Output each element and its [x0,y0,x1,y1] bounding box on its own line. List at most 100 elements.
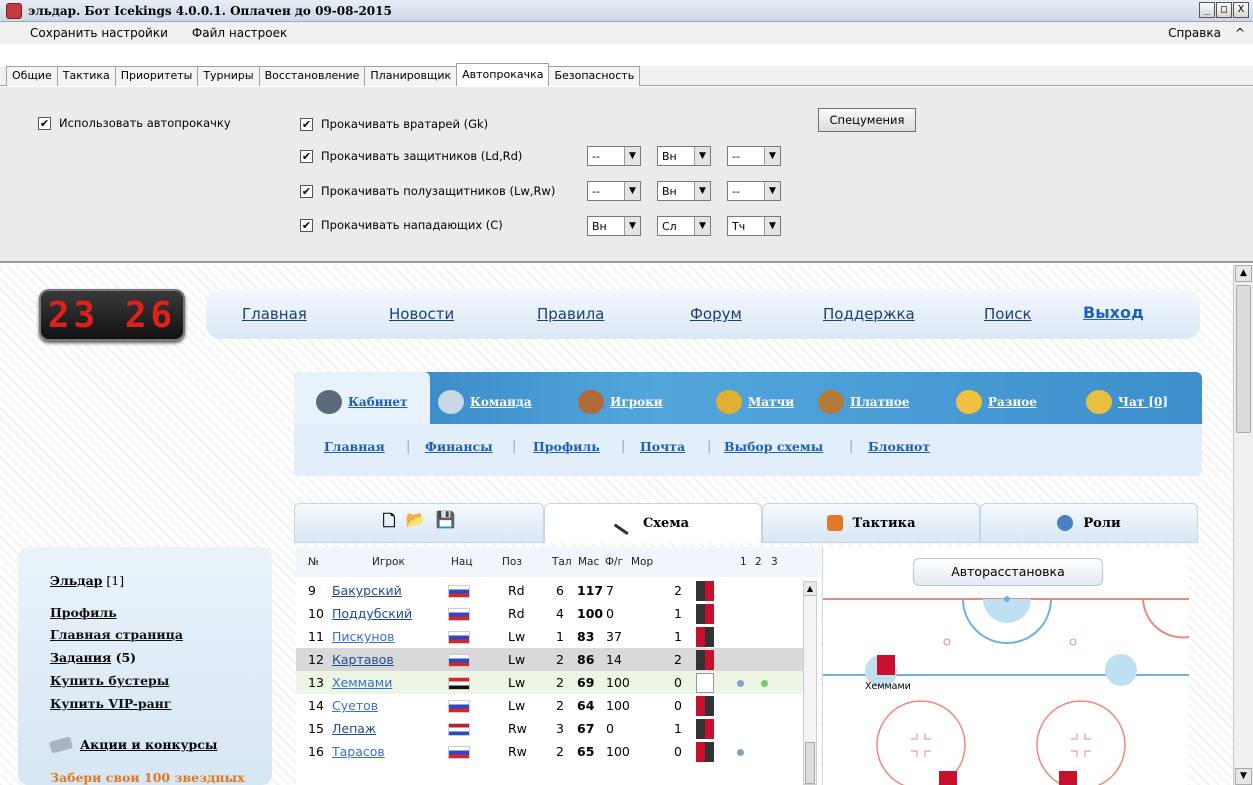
player-name-link[interactable]: Лепаж [332,721,376,736]
mid-select-2[interactable]: Вн ▼ [657,181,711,201]
cab-tab-misc[interactable]: Разное [956,390,1037,414]
table-row[interactable]: 16 Тарасов Rw 2 65 100 0 [296,740,806,763]
sub-profile[interactable]: Профиль [533,439,600,454]
table-row[interactable]: 13 Хеммами Lw 2 69 100 0 [296,671,806,694]
sub-finance[interactable]: Финансы [425,439,493,454]
close-button[interactable]: X [1233,2,1249,18]
player-name-link[interactable]: Тарасов [332,744,385,759]
player-name-link[interactable]: Бакурский [332,583,402,598]
sidebar-vip-link[interactable]: Купить VIP-ранг [50,696,171,711]
player-name-link[interactable]: Картавов [332,652,394,667]
user-name-link[interactable]: Эльдар [50,573,102,588]
fwd-select-3[interactable]: Тч ▼ [727,216,781,236]
tab-security[interactable]: Безопасность [548,66,641,86]
train-def-checkbox[interactable]: ✔ [300,149,313,163]
col-mor: Мор [631,556,654,568]
menu-save-settings[interactable]: Сохранить настройки [0,26,180,40]
sub-home[interactable]: Главная [324,439,385,454]
sub-mail[interactable]: Почта [640,439,685,454]
nav-news[interactable]: Новости [389,305,454,323]
sidebar-tasks-link[interactable]: Задания [50,650,111,665]
collapse-ribbon-icon[interactable]: ^ [1235,26,1245,40]
mid-select-1[interactable]: -- ▼ [587,181,641,201]
sub-scheme[interactable]: Выбор схемы [724,439,823,454]
tab-scheme[interactable]: Схема [544,503,762,543]
special-skills-button[interactable]: Спецумения [818,108,916,132]
new-file-icon[interactable]: 🗋 [383,510,396,537]
menu-settings-file[interactable]: Файл настроек [180,26,299,40]
table-row[interactable]: 14 Суетов Lw 2 64 100 0 [296,694,806,717]
tab-scheduler[interactable]: Планировщик [364,66,458,86]
menu-help[interactable]: Справка [1168,26,1221,40]
tab-roles[interactable]: Роли [980,503,1198,543]
tab-tactics-site[interactable]: Тактика [762,503,980,543]
cab-tab-team[interactable]: Команда [438,390,532,414]
tab-tournaments[interactable]: Турниры [197,66,260,86]
tab-tactics[interactable]: Тактика [56,66,116,86]
flag-icon [448,631,470,644]
scroll-up-icon[interactable]: ▲ [1235,265,1252,282]
flag-icon [448,723,470,736]
nav-forum[interactable]: Форум [690,305,742,323]
line-dot-icon [737,680,744,687]
def-select-2[interactable]: Вн ▼ [657,146,711,166]
sub-separator: | [849,439,854,454]
col-fg: Ф/г [605,556,624,568]
player-name-link[interactable]: Хеммами [332,675,392,690]
nav-rules[interactable]: Правила [537,305,604,323]
auto-arrange-button[interactable]: Авторасстановка [913,558,1103,586]
sub-separator: | [621,439,626,454]
cab-tab-matches[interactable]: Матчи [716,390,794,414]
nav-search[interactable]: Поиск [984,305,1032,323]
mid-select-3[interactable]: -- ▼ [727,181,781,201]
table-scrollbar[interactable]: ▲ [803,581,817,785]
cab-tab-chat[interactable]: Чат [0] [1086,390,1168,414]
def-select-3[interactable]: -- ▼ [727,146,781,166]
sub-notebook[interactable]: Блокнот [868,439,930,454]
scroll-thumb[interactable] [1236,285,1251,433]
table-row[interactable]: 9 Бакурский Rd 6 117 7 2 [296,579,806,602]
mid-selects: -- ▼ Вн ▼ -- ▼ [587,181,797,201]
sidebar-main-link[interactable]: Главная страница [50,627,183,642]
faceoff-marks [911,733,931,757]
maximize-button[interactable]: □ [1216,2,1232,18]
browser-scrollbar[interactable]: ▲ ▼ [1233,265,1253,785]
col-pos: Поз [502,556,522,568]
fwd-select-1[interactable]: Вн ▼ [587,216,641,236]
scroll-down-icon[interactable]: ▼ [1235,768,1252,785]
fwd-select-2[interactable]: Сл ▼ [657,216,711,236]
sidebar-boosters-link[interactable]: Купить бустеры [50,673,169,688]
cab-tab-paid[interactable]: Платное [818,390,909,414]
player-name-link[interactable]: Суетов [332,698,378,713]
sidebar-profile-link[interactable]: Профиль [50,605,117,620]
file-actions-tab: 🗋 📂 💾 [294,503,544,543]
cab-tab-players[interactable]: Игроки [578,390,663,414]
train-mid-checkbox[interactable]: ✔ [300,184,313,198]
tab-general[interactable]: Общие [6,66,58,86]
player-name-link[interactable]: Поддубский [332,606,412,621]
sidebar-promo-link[interactable]: Акции и конкурсы [80,737,217,752]
user-sidebar: Эльдар [1] Профиль Главная страница Зада… [18,547,272,785]
tab-recovery[interactable]: Восстановление [258,66,366,86]
table-row[interactable]: 12 Картавов Lw 2 86 14 2 [296,648,806,671]
cab-tab-cabinet[interactable]: Кабинет [316,390,407,414]
table-row[interactable]: 11 Пискунов Lw 1 83 37 1 [296,625,806,648]
save-icon[interactable]: 💾 [435,510,455,537]
nav-home[interactable]: Главная [242,305,307,323]
nav-support[interactable]: Поддержка [823,305,915,323]
tab-priorities[interactable]: Приоритеты [114,66,199,86]
open-folder-icon[interactable]: 📂 [406,510,426,537]
table-row[interactable]: 15 Лепаж Rw 3 67 0 1 [296,717,806,740]
train-fwd-checkbox[interactable]: ✔ [300,218,313,232]
table-scroll-thumb[interactable] [805,742,815,784]
def-select-1[interactable]: -- ▼ [587,146,641,166]
minimize-button[interactable]: _ [1199,2,1215,18]
tab-autotrain[interactable]: Автопрокачка [456,63,550,86]
use-autotrain-checkbox[interactable]: ✔ [38,116,51,130]
nav-logout[interactable]: Выход [1083,303,1144,322]
table-row[interactable]: 10 Поддубский Rd 4 100 0 1 [296,602,806,625]
scroll-up-icon[interactable]: ▲ [804,582,816,596]
train-gk-checkbox[interactable]: ✔ [300,117,313,131]
empty-jersey-icon [696,673,714,693]
player-name-link[interactable]: Пискунов [332,629,395,644]
